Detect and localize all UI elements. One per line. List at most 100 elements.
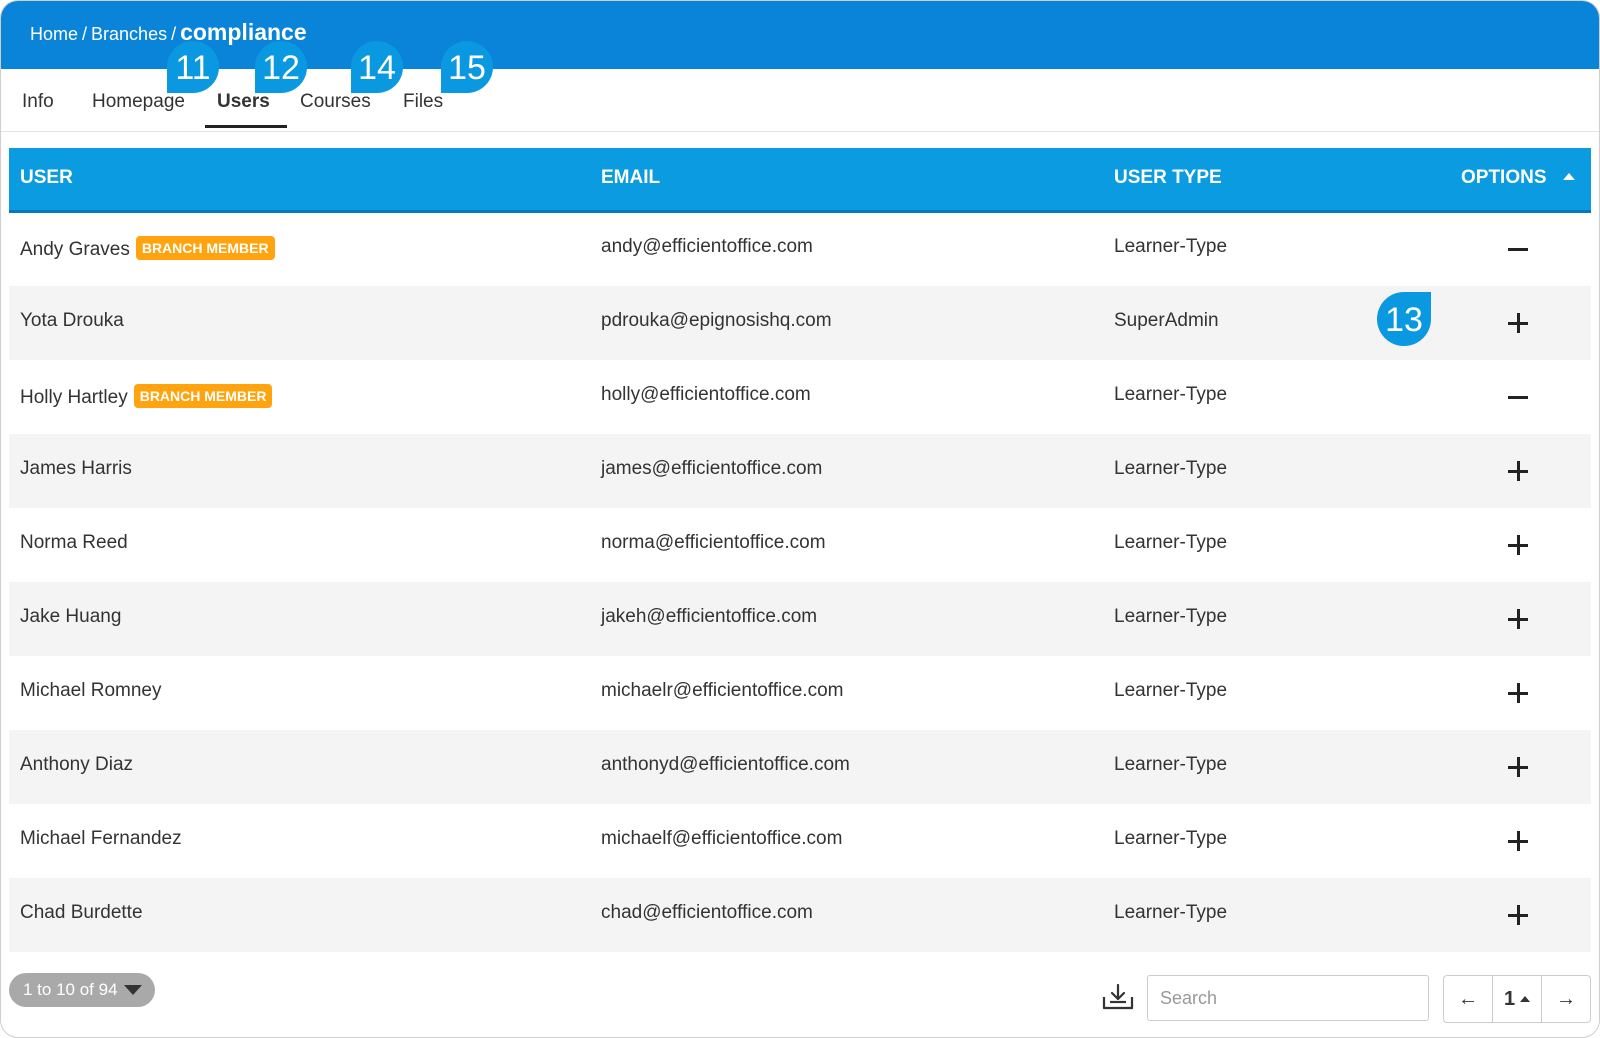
breadcrumb: Home / Branches / compliance [30,19,307,46]
table-row: Andy Graves BRANCH MEMBER andy@efficientof… [9,212,1591,286]
email-cell: james@efficientoffice.com [601,458,823,479]
table-row: Michael Fernandez michaelf@efficientoffic… [9,804,1591,878]
user-type-cell: Learner-Type [1114,532,1228,553]
plus-icon-vertical [1517,683,1520,703]
email-cell: jakeh@efficientoffice.com [601,606,818,627]
table-row: James Harris james@efficientoffice.com Lea… [9,434,1591,508]
plus-icon-vertical [1517,313,1520,333]
tab-homepage[interactable]: Homepage [92,91,185,113]
sort-ascending-icon [1562,173,1575,180]
table-row: Jake Huang jakeh@efficientoffice.com Learn… [9,582,1591,656]
user-name[interactable]: Jake Huang [20,606,121,627]
plus-icon-vertical [1517,609,1520,629]
user-cell: Andy Graves BRANCH MEMBER [20,236,275,261]
breadcrumb-separator: / [82,24,88,44]
branch-member-badge: BRANCH MEMBER [135,236,275,260]
add-user-button[interactable] [1503,456,1533,486]
search-input[interactable] [1147,975,1429,1021]
user-cell: Anthony Diaz [20,754,133,776]
add-user-button[interactable] [1503,530,1533,560]
email-cell: norma@efficientoffice.com [601,532,826,553]
column-header-email[interactable]: EMAIL [601,167,660,189]
branch-member-badge: BRANCH MEMBER [133,384,273,408]
email-cell: anthonyd@efficientoffice.com [601,754,850,775]
callout-13: 13 [1377,292,1431,346]
column-header-options-label: OPTIONS [1461,167,1547,188]
download-icon[interactable] [1101,983,1135,1013]
plus-icon-vertical [1517,905,1520,925]
chevron-down-icon [123,985,142,995]
pagination-count-dropdown[interactable]: 1 to 10 of 94 [9,973,155,1007]
user-type-cell: Learner-Type [1114,458,1228,479]
add-user-button[interactable] [1503,900,1533,930]
table-row: Norma Reed norma@efficientoffice.com Learn… [9,508,1591,582]
user-name[interactable]: Yota Drouka [20,310,124,331]
plus-icon-vertical [1517,461,1520,481]
user-cell: Holly Hartley BRANCH MEMBER [20,384,273,409]
user-cell: Michael Romney [20,680,162,702]
table-row: Holly Hartley BRANCH MEMBER holly@efficien… [9,360,1591,434]
user-type-cell: Learner-Type [1114,680,1228,701]
callout-14: 14 [351,41,403,93]
column-header-user-type[interactable]: USER TYPE [1114,167,1222,189]
add-user-button[interactable] [1503,826,1533,856]
pagination: ← 1 → [1443,975,1591,1023]
add-user-button[interactable] [1503,678,1533,708]
breadcrumb-branches[interactable]: Branches [91,24,167,44]
breadcrumb-separator: / [171,24,177,44]
page-header: Home / Branches / compliance [1,1,1599,69]
tab-courses[interactable]: Courses [300,91,371,113]
user-name[interactable]: Anthony Diaz [20,754,133,775]
user-type-cell: Learner-Type [1114,902,1228,923]
app-window: Home / Branches / compliance Info Homepage U… [0,0,1600,1038]
tab-files[interactable]: Files [403,91,443,113]
add-user-button[interactable] [1503,308,1533,338]
table-header: USER EMAIL USER TYPE OPTIONS [9,148,1591,213]
tab-info[interactable]: Info [22,91,54,113]
email-cell: chad@efficientoffice.com [601,902,813,923]
current-page-number: 1 [1503,987,1516,1010]
user-cell: Yota Drouka [20,310,124,332]
table-row: Anthony Diaz anthonyd@efficientoffice.com… [9,730,1591,804]
add-user-button[interactable] [1503,604,1533,634]
pagination-count-label: 1 to 10 of 94 [23,980,118,999]
tab-bar: Info Homepage Users Courses Files [1,69,1599,132]
user-cell: Norma Reed [20,532,128,554]
table-row: Yota Drouka pdrouka@epignosishq.com SuperA… [9,286,1591,360]
user-type-cell: SuperAdmin [1114,310,1219,331]
remove-user-button[interactable] [1503,382,1533,412]
tab-users[interactable]: Users [217,91,270,113]
email-cell: pdrouka@epignosishq.com [601,310,832,331]
previous-page-button[interactable]: ← [1444,976,1492,1022]
user-name[interactable]: Norma Reed [20,532,128,553]
callout-11: 11 [167,41,219,93]
add-user-button[interactable] [1503,752,1533,782]
next-page-button[interactable]: → [1542,976,1590,1022]
column-header-options[interactable]: OPTIONS [1461,167,1575,189]
user-name[interactable]: Andy Graves [20,239,130,260]
user-type-cell: Learner-Type [1114,236,1228,257]
plus-icon-vertical [1517,757,1520,777]
user-type-cell: Learner-Type [1114,384,1228,405]
user-name[interactable]: Michael Romney [20,680,162,701]
user-cell: Michael Fernandez [20,828,182,850]
email-cell: michaelf@efficientoffice.com [601,828,843,849]
minus-icon [1508,396,1528,399]
user-type-cell: Learner-Type [1114,754,1228,775]
user-name[interactable]: Michael Fernandez [20,828,182,849]
breadcrumb-home[interactable]: Home [30,24,78,44]
callout-12: 12 [255,41,307,93]
callout-15: 15 [441,41,493,93]
user-cell: Jake Huang [20,606,121,628]
user-type-cell: Learner-Type [1114,828,1228,849]
table-row: Chad Burdette chad@efficientoffice.com Lea… [9,878,1591,952]
user-name[interactable]: Holly Hartley [20,387,128,408]
plus-icon-vertical [1517,831,1520,851]
remove-user-button[interactable] [1503,234,1533,264]
page-select[interactable]: 1 [1492,976,1542,1022]
column-header-user[interactable]: USER [20,167,73,189]
user-name[interactable]: Chad Burdette [20,902,143,923]
user-name[interactable]: James Harris [20,458,132,479]
user-cell: James Harris [20,458,132,480]
minus-icon [1508,248,1528,251]
